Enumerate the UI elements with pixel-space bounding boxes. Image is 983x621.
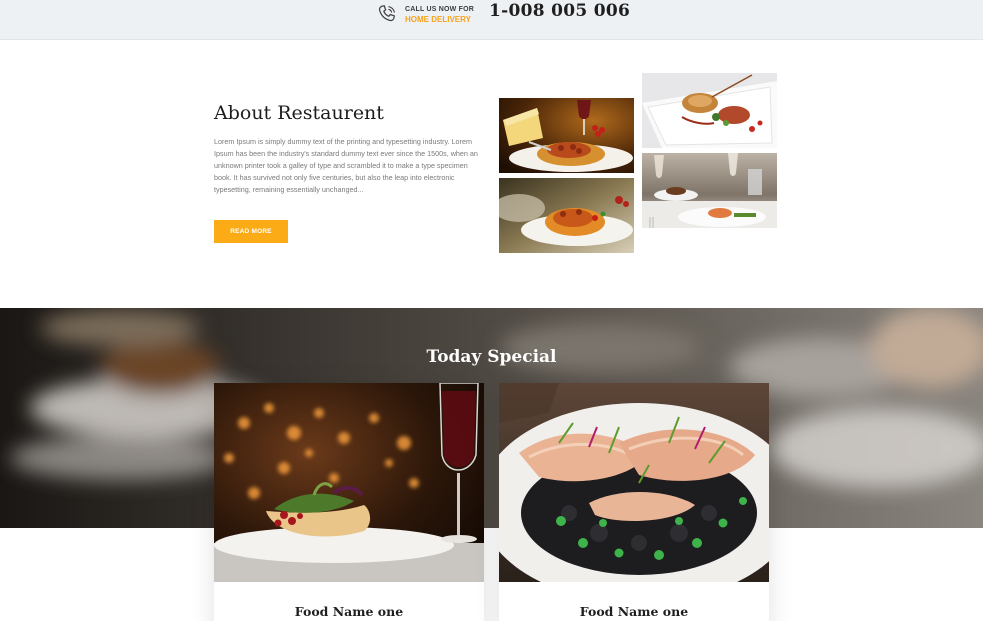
special-background-image bbox=[0, 308, 983, 528]
about-description: Lorem Ipsum is simply dummy text of the … bbox=[214, 137, 478, 194]
card-image-seafood[interactable] bbox=[499, 383, 769, 582]
gallery-image-pasta[interactable] bbox=[499, 98, 634, 173]
phone-icon bbox=[378, 5, 395, 22]
gallery-image-plated-fish[interactable] bbox=[642, 73, 777, 148]
special-card-1[interactable]: Food Name one bbox=[214, 383, 484, 621]
card-image-salad[interactable] bbox=[214, 383, 484, 582]
home-delivery-label: HOME DELIVERY bbox=[405, 15, 471, 24]
special-card-2[interactable]: Food Name one bbox=[499, 383, 769, 621]
card-food-name: Food Name one bbox=[579, 604, 689, 619]
read-more-button[interactable]: READ MORE bbox=[214, 220, 288, 243]
gallery-image-restaurant-table[interactable] bbox=[642, 153, 777, 228]
phone-number[interactable]: 1-008 005 006 bbox=[489, 1, 630, 21]
today-special-title: Today Special bbox=[426, 347, 557, 367]
gallery-image-noodles[interactable] bbox=[499, 178, 634, 253]
top-bar: CALL US NOW FOR HOME DELIVERY 1-008 005 … bbox=[0, 0, 983, 40]
card-food-name: Food Name one bbox=[294, 604, 404, 619]
call-us-label: CALL US NOW FOR bbox=[405, 6, 474, 13]
about-title: About Restaurent bbox=[214, 102, 384, 124]
